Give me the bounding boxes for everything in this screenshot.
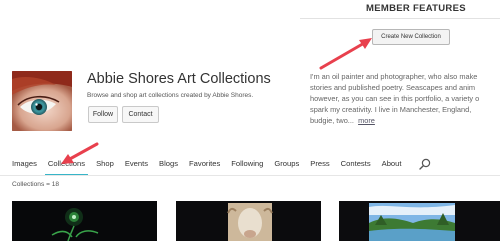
member-features-divider (300, 18, 500, 19)
profile-tabs: Images Collections Shop Events Blogs Fav… (12, 159, 402, 176)
bio-line: budgie, two... (310, 116, 354, 125)
tab-blogs[interactable]: Blogs (159, 159, 178, 171)
collection-thumbnail[interactable] (339, 201, 500, 241)
contact-button[interactable]: Contact (122, 106, 159, 123)
profile-bio: I'm an oil painter and photographer, who… (310, 71, 500, 133)
bio-line-last: budgie, two... more (310, 115, 500, 126)
river-landscape-artwork-icon (339, 201, 500, 241)
bio-line: I'm an oil painter and photographer, who… (310, 72, 478, 81)
collection-thumbnail[interactable] (12, 201, 157, 241)
bio-line: spark my creativity. I live in Mancheste… (310, 105, 472, 114)
bio-line: however, as you can see in this portfoli… (310, 94, 480, 103)
profile-subtitle: Browse and shop art collections created … (87, 92, 254, 99)
tab-shop[interactable]: Shop (96, 159, 114, 171)
fantasy-flower-artwork-icon (12, 201, 157, 241)
tab-press[interactable]: Press (310, 159, 329, 171)
tab-following[interactable]: Following (231, 159, 263, 171)
tab-groups[interactable]: Groups (274, 159, 299, 171)
tab-collections[interactable]: Collections (44, 159, 89, 176)
highland-cow-artwork-icon (176, 201, 321, 241)
avatar-portrait-icon (12, 71, 72, 131)
tab-contests[interactable]: Contests (341, 159, 371, 171)
tab-favorites[interactable]: Favorites (189, 159, 220, 171)
tab-images[interactable]: Images (12, 159, 37, 171)
collections-count: Collections = 18 (12, 181, 60, 188)
profile-name: Abbie Shores Art Collections (87, 71, 271, 87)
member-features-title: MEMBER FEATURES (366, 3, 466, 14)
bio-more-link[interactable]: more (358, 116, 375, 125)
tab-events[interactable]: Events (125, 159, 148, 171)
profile-avatar[interactable] (12, 71, 72, 131)
bio-line: stories and published poetry. Seascapes … (310, 83, 476, 92)
search-icon[interactable] (419, 158, 431, 170)
collection-thumbnail[interactable] (176, 201, 321, 241)
follow-button[interactable]: Follow (88, 106, 118, 123)
tabs-divider (0, 175, 500, 176)
tab-about[interactable]: About (382, 159, 402, 171)
create-new-collection-button[interactable]: Create New Collection (372, 29, 450, 45)
